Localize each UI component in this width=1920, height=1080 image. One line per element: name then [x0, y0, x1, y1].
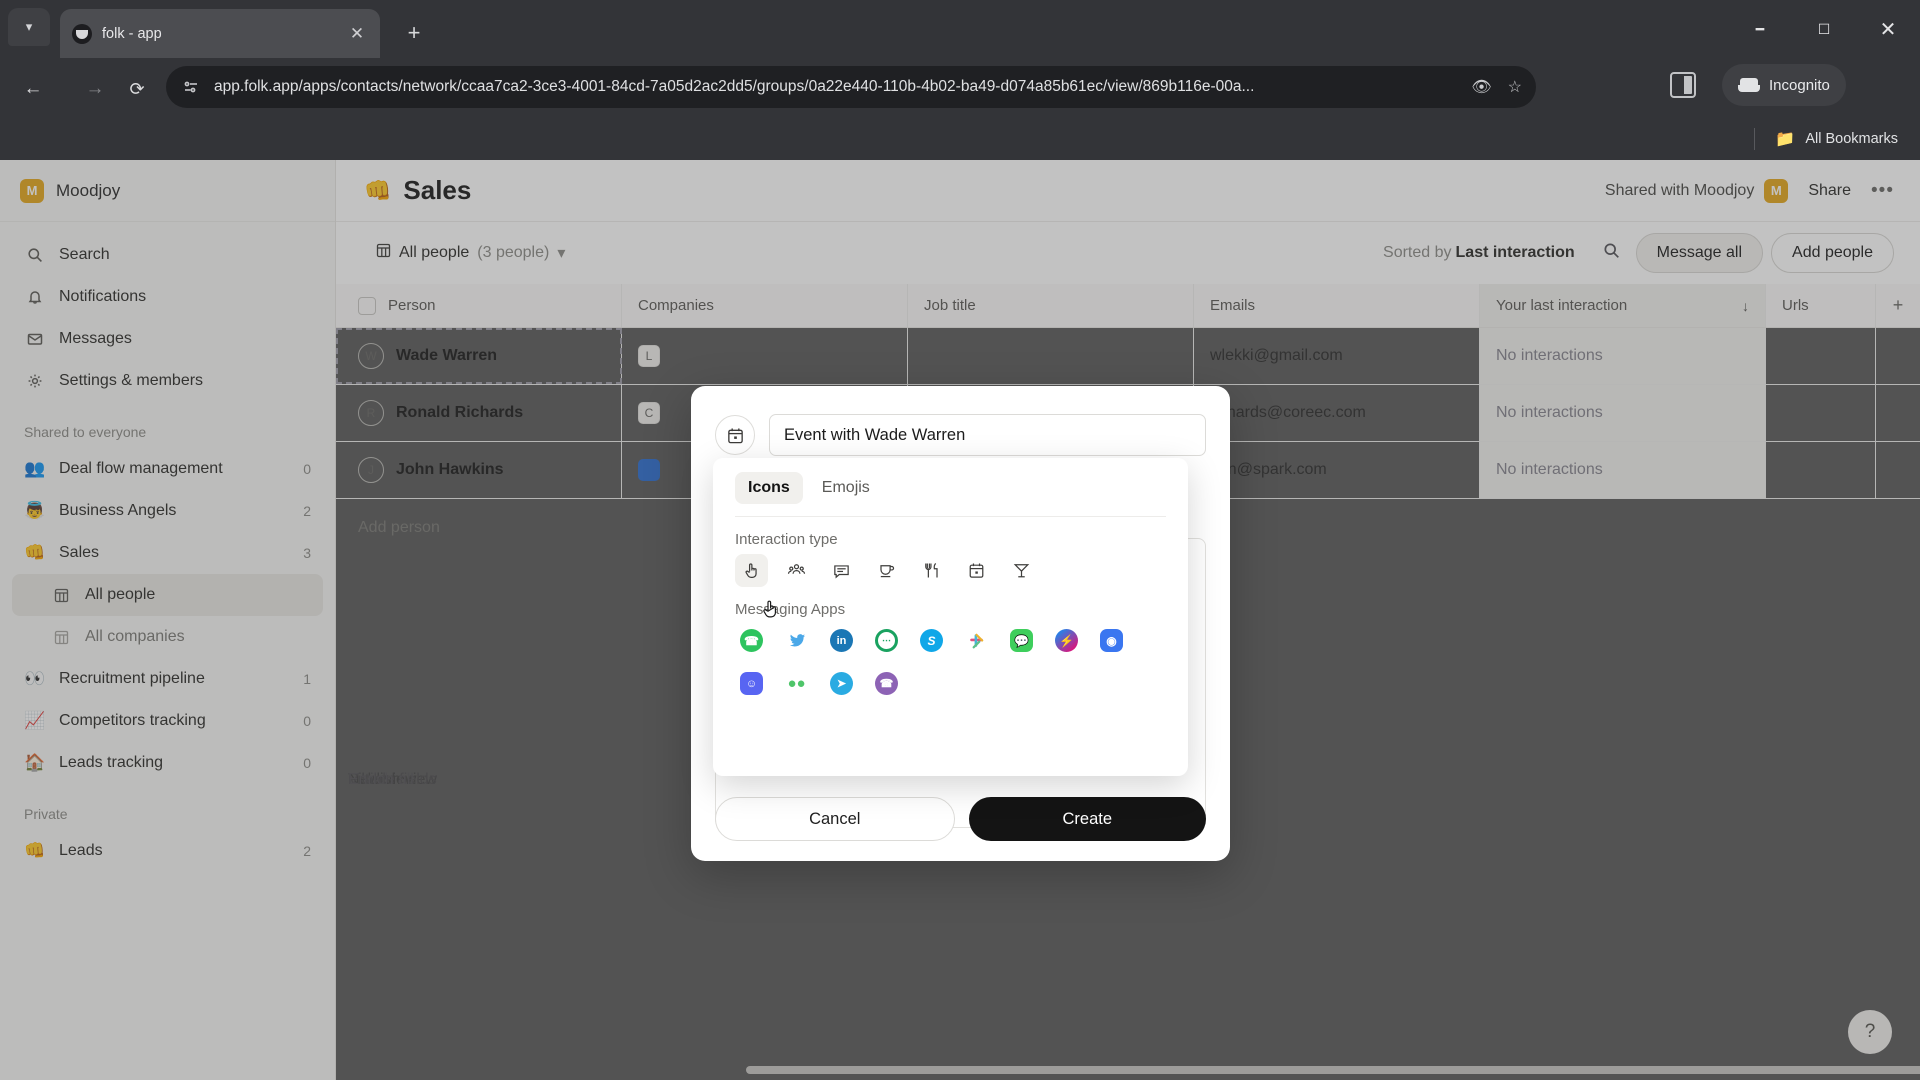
modal-title-row: [691, 386, 1230, 456]
back-arrow-icon[interactable]: ←: [16, 72, 50, 106]
plus-icon: +: [407, 20, 421, 45]
viber-icon[interactable]: ☎: [870, 667, 903, 700]
new-tab-button[interactable]: +: [398, 17, 430, 49]
address-bar[interactable]: app.folk.app/apps/contacts/network/ccaa7…: [166, 66, 1536, 108]
chat-bubble-icon[interactable]: [825, 554, 858, 587]
interaction-title-input[interactable]: [769, 414, 1206, 456]
eye-off-icon[interactable]: 👁: [1471, 77, 1491, 97]
calendar-icon[interactable]: [960, 554, 993, 587]
messaging-apps-label: Messaging Apps: [735, 601, 846, 618]
imessage-icon[interactable]: 💬: [1005, 624, 1038, 657]
window-controls: ━ ☐ ✕: [1728, 6, 1920, 52]
google-chat-icon[interactable]: ⋯: [870, 624, 903, 657]
browser-chrome: ▾ folk - app ✕ + ━ ☐ ✕ ← → ⟳ app.folk.ap…: [0, 0, 1920, 160]
calendar-icon[interactable]: [715, 415, 755, 455]
icon-picker-popover: Icons Emojis Interaction type Messaging …: [713, 458, 1188, 776]
interaction-type-label: Interaction type: [735, 531, 838, 548]
discord-icon[interactable]: ☺: [735, 667, 768, 700]
whatsapp-icon[interactable]: ☎: [735, 624, 768, 657]
window-close-icon[interactable]: ✕: [1856, 6, 1920, 52]
tab-icons[interactable]: Icons: [735, 472, 803, 504]
messaging-apps-icon-row: ☎ in ⋯ S 💬 ⚡ ◉: [735, 624, 1166, 657]
forward-arrow-icon[interactable]: →: [78, 72, 112, 106]
tab-emojis[interactable]: Emojis: [809, 472, 883, 504]
create-button[interactable]: Create: [968, 797, 1206, 841]
url-text: app.folk.app/apps/contacts/network/ccaa7…: [214, 78, 1255, 95]
twitter-icon[interactable]: [780, 624, 813, 657]
modal-footer: Cancel Create: [715, 797, 1206, 841]
linkedin-icon[interactable]: in: [825, 624, 858, 657]
reload-icon[interactable]: ⟳: [120, 72, 154, 106]
interaction-type-icon-row: [735, 554, 1166, 587]
bookmarks-bar: 📁 All Bookmarks: [0, 118, 1920, 160]
folk-favicon-icon: [72, 23, 92, 44]
minimize-icon[interactable]: ━: [1728, 6, 1792, 52]
incognito-icon: [1738, 78, 1760, 92]
restaurant-icon[interactable]: [915, 554, 948, 587]
picker-tabs: Icons Emojis: [735, 472, 1166, 517]
messenger-icon[interactable]: ⚡: [1050, 624, 1083, 657]
browser-tab[interactable]: folk - app ✕: [60, 9, 380, 58]
signal-icon[interactable]: ◉: [1095, 624, 1128, 657]
chevron-down-icon: ▾: [25, 19, 33, 34]
divider: [1754, 128, 1756, 150]
people-group-icon[interactable]: [780, 554, 813, 587]
omnibox-actions: 👁 ☆: [1471, 77, 1522, 97]
incognito-indicator[interactable]: Incognito: [1722, 64, 1846, 106]
cancel-button[interactable]: Cancel: [715, 797, 955, 841]
tab-title: folk - app: [102, 25, 162, 42]
maximize-icon[interactable]: ☐: [1792, 6, 1856, 52]
cocktail-icon[interactable]: [1005, 554, 1038, 587]
tab-strip: ▾ folk - app ✕ + ━ ☐ ✕: [0, 0, 1920, 58]
wechat-icon[interactable]: ●●: [780, 667, 813, 700]
star-icon[interactable]: ☆: [1508, 77, 1522, 97]
messaging-apps-icon-row-2: ☺ ●● ➤ ☎: [735, 667, 1166, 700]
side-panel-icon[interactable]: [1670, 72, 1696, 98]
slack-icon[interactable]: [960, 624, 993, 657]
skype-icon[interactable]: S: [915, 624, 948, 657]
telegram-icon[interactable]: ➤: [825, 667, 858, 700]
incognito-label: Incognito: [1769, 76, 1830, 94]
folder-icon: 📁: [1775, 131, 1796, 148]
all-bookmarks-label[interactable]: All Bookmarks: [1805, 131, 1898, 147]
coffee-cup-icon[interactable]: [870, 554, 903, 587]
tab-list-button[interactable]: ▾: [8, 8, 50, 46]
close-icon[interactable]: ✕: [346, 25, 368, 42]
cursor-hand-icon[interactable]: [735, 554, 768, 587]
page-info-icon[interactable]: [180, 76, 202, 98]
